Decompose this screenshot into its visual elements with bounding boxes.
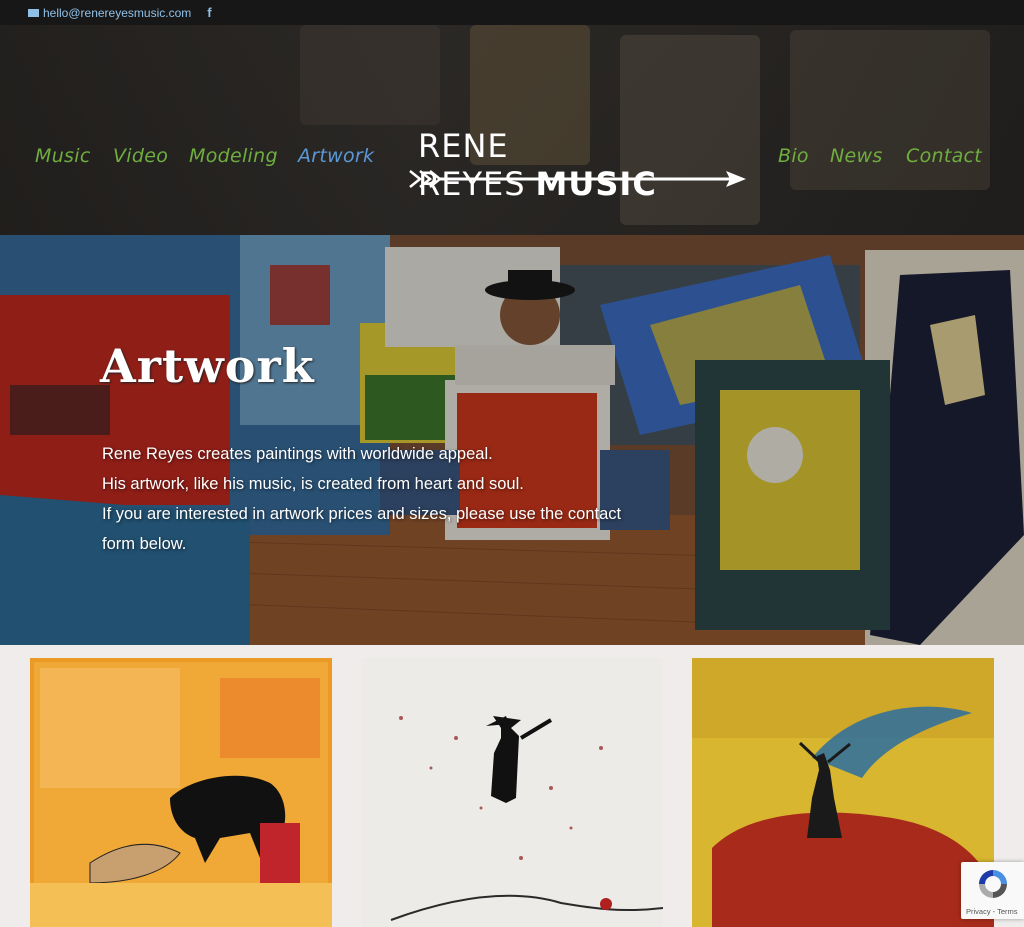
page-title: Artwork	[100, 339, 315, 393]
artwork-dancer	[692, 658, 994, 927]
email-link[interactable]: hello@renereyesmusic.com	[28, 6, 191, 20]
site-logo[interactable]: RENE REYES MUSIC	[408, 125, 748, 203]
artwork-card[interactable]	[30, 658, 332, 927]
envelope-icon	[28, 8, 39, 17]
artwork-bullfighter	[30, 658, 332, 927]
nav-artwork[interactable]: Artwork	[298, 145, 374, 167]
site-header: Music Video Modeling Artwork Bio News Co…	[0, 25, 1024, 235]
recaptcha-icon	[979, 870, 1007, 898]
nav-music[interactable]: Music	[35, 145, 91, 167]
nav-video[interactable]: Video	[113, 145, 168, 167]
arrow-logo-icon	[409, 170, 746, 188]
hero-description: Rene Reyes creates paintings with worldw…	[102, 439, 642, 559]
facebook-icon[interactable]: f	[207, 5, 211, 20]
hero-line: His artwork, like his music, is created …	[102, 475, 524, 493]
nav-bio[interactable]: Bio	[778, 145, 809, 167]
background-painting	[300, 25, 440, 125]
email-text: hello@renereyesmusic.com	[43, 5, 192, 20]
hero-line: If you are interested in artwork prices …	[102, 505, 622, 553]
artwork-trumpeter	[361, 658, 663, 927]
top-bar: hello@renereyesmusic.com f	[0, 0, 1024, 25]
recaptcha-badge[interactable]: Privacy - Terms	[961, 862, 1024, 919]
hero-banner: Artwork Rene Reyes creates paintings wit…	[0, 235, 1024, 645]
logo-text: RENE REYES MUSIC	[418, 127, 657, 203]
nav-contact[interactable]: Contact	[906, 145, 982, 167]
artwork-card[interactable]	[692, 658, 994, 927]
nav-modeling[interactable]: Modeling	[189, 145, 278, 167]
recaptcha-links[interactable]: Privacy - Terms	[966, 907, 1018, 916]
nav-news[interactable]: News	[830, 145, 883, 167]
hero-line: Rene Reyes creates paintings with worldw…	[102, 445, 493, 463]
artwork-card[interactable]	[361, 658, 663, 927]
